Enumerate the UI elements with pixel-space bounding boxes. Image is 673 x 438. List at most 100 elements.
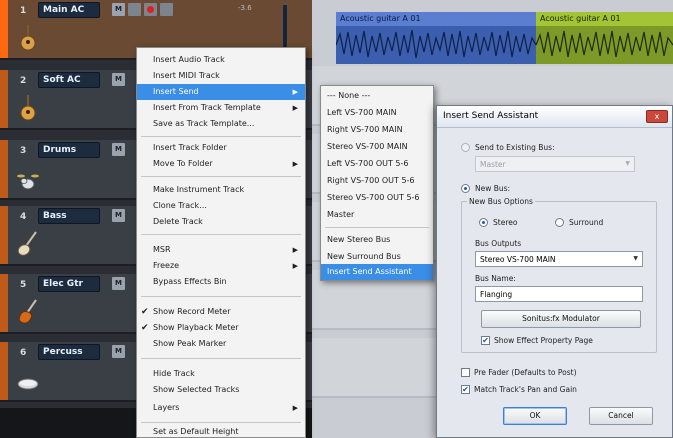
mute-button[interactable]: M: [112, 3, 125, 16]
menu-separator: [325, 227, 429, 228]
clip-title: Acoustic guitar A 01: [336, 12, 536, 26]
surround-label: Surround: [569, 218, 604, 227]
menu-item-make-instrument-track[interactable]: Make Instrument Track: [137, 182, 305, 198]
insert-send-assistant-dialog: Insert Send Assistant x Send to Existing…: [436, 105, 673, 438]
submenu-arrow-icon: ▶: [292, 404, 298, 412]
send-existing-radio[interactable]: [461, 143, 470, 152]
cancel-button[interactable]: Cancel: [589, 407, 653, 425]
submenu-item-master[interactable]: Master: [321, 207, 433, 223]
menu-item-save-as-track-template[interactable]: Save as Track Template...: [137, 116, 305, 132]
submenu-item-right-main[interactable]: Right VS-700 MAIN: [321, 122, 433, 138]
menu-item-show-playback-meter[interactable]: ✔ Show Playback Meter: [137, 320, 305, 336]
menu-item-insert-track-folder[interactable]: Insert Track Folder: [137, 140, 305, 156]
mute-button[interactable]: M: [112, 143, 125, 156]
track-color-strip: [0, 0, 8, 58]
close-button[interactable]: x: [646, 110, 668, 123]
track-name[interactable]: Drums: [38, 142, 100, 158]
submenu-arrow-icon: ▶: [292, 88, 298, 96]
menu-item-show-selected-tracks[interactable]: Show Selected Tracks: [137, 382, 305, 398]
submenu-item-stereo-main[interactable]: Stereo VS-700 MAIN: [321, 139, 433, 155]
pre-fader-checkbox[interactable]: [461, 368, 470, 377]
menu-item-delete-track[interactable]: Delete Track: [137, 214, 305, 230]
surround-radio[interactable]: [555, 218, 564, 227]
track-name[interactable]: Main AC: [38, 2, 100, 18]
audio-clip[interactable]: Acoustic guitar A 01: [536, 12, 673, 64]
mute-button[interactable]: M: [112, 277, 125, 290]
menu-item-insert-audio-track[interactable]: Insert Audio Track: [137, 52, 305, 68]
submenu-arrow-icon: ▶: [292, 104, 298, 112]
record-arm-button[interactable]: [144, 3, 157, 16]
submenu-item-left-main[interactable]: Left VS-700 MAIN: [321, 105, 433, 121]
new-bus-radio[interactable]: [461, 184, 470, 193]
menu-item-layers[interactable]: Layers ▶: [137, 400, 305, 416]
submenu-arrow-icon: ▶: [292, 160, 298, 168]
menu-item-insert-from-track-template[interactable]: Insert From Track Template ▶: [137, 100, 305, 116]
submenu-item-left-out56[interactable]: Left VS-700 OUT 5-6: [321, 156, 433, 172]
checkmark-icon: ✔: [141, 307, 149, 317]
tambourine-icon: [17, 378, 39, 390]
menu-item-freeze[interactable]: Freeze ▶: [137, 258, 305, 274]
mute-button[interactable]: M: [112, 73, 125, 86]
submenu-item-right-out56[interactable]: Right VS-700 OUT 5-6: [321, 173, 433, 189]
bus-outputs-select[interactable]: Stereo VS-700 MAIN ▼: [475, 251, 643, 267]
checkmark-icon: ✔: [141, 323, 149, 333]
mute-button[interactable]: M: [112, 209, 125, 222]
bus-name-label: Bus Name:: [475, 274, 516, 283]
submenu-arrow-icon: ▶: [292, 262, 298, 270]
track-color-strip: [0, 342, 8, 400]
track-volume-slider[interactable]: [282, 4, 288, 52]
match-pan-gain-checkbox[interactable]: ✔: [461, 385, 470, 394]
menu-item-insert-midi-track[interactable]: Insert MIDI Track: [137, 68, 305, 84]
dialog-titlebar[interactable]: Insert Send Assistant x: [437, 106, 672, 128]
track-name[interactable]: Elec Gtr: [38, 276, 100, 292]
menu-separator: [141, 422, 301, 423]
track-color-strip: [0, 140, 8, 198]
track-number: 4: [20, 212, 27, 222]
bus-name-input[interactable]: Flanging: [475, 286, 643, 302]
new-bus-label: New Bus:: [475, 184, 511, 193]
new-bus-options-label: New Bus Options: [467, 197, 535, 206]
bass-guitar-icon: [17, 231, 37, 256]
dialog-title: Insert Send Assistant: [443, 111, 539, 121]
submenu-item-new-surround-bus[interactable]: New Surround Bus: [321, 249, 433, 265]
menu-separator: [141, 176, 301, 177]
submenu-arrow-icon: ▶: [292, 246, 298, 254]
input-echo-button[interactable]: [160, 3, 173, 16]
stereo-radio[interactable]: [479, 218, 488, 227]
drum-kit-icon: [17, 174, 39, 190]
send-existing-label: Send to Existing Bus:: [475, 143, 555, 152]
menu-item-set-as-default-height[interactable]: Set as Default Height: [137, 424, 305, 438]
track-name[interactable]: Percuss: [38, 344, 100, 360]
menu-item-msr[interactable]: MSR ▶: [137, 242, 305, 258]
submenu-item-none[interactable]: --- None ---: [321, 88, 433, 104]
effect-select-button[interactable]: Sonitus:fx Modulator: [481, 310, 641, 328]
menu-item-hide-track[interactable]: Hide Track: [137, 366, 305, 382]
track-name[interactable]: Bass: [38, 208, 100, 224]
track-name[interactable]: Soft AC: [38, 72, 100, 88]
submenu-item-new-stereo-bus[interactable]: New Stereo Bus: [321, 232, 433, 248]
existing-bus-select[interactable]: Master ▼: [475, 156, 635, 172]
submenu-item-stereo-out56[interactable]: Stereo VS-700 OUT 5-6: [321, 190, 433, 206]
stereo-label: Stereo: [493, 218, 518, 227]
bus-outputs-label: Bus Outputs: [475, 239, 522, 248]
waveform: [536, 30, 673, 58]
audio-clip[interactable]: Acoustic guitar A 01: [336, 12, 536, 64]
menu-item-move-to-folder[interactable]: Move To Folder ▶: [137, 156, 305, 172]
ok-button[interactable]: OK: [503, 407, 567, 425]
menu-item-show-record-meter[interactable]: ✔ Show Record Meter: [137, 304, 305, 320]
show-effect-label: Show Effect Property Page: [494, 336, 593, 345]
menu-item-bypass-effects-bin[interactable]: Bypass Effects Bin: [137, 274, 305, 290]
electric-guitar-icon: [18, 299, 37, 324]
clip-title: Acoustic guitar A 01: [536, 12, 673, 26]
submenu-item-insert-send-assistant[interactable]: Insert Send Assistant: [321, 264, 433, 280]
menu-item-insert-send[interactable]: Insert Send ▶: [137, 84, 305, 100]
menu-item-show-peak-marker[interactable]: Show Peak Marker: [137, 336, 305, 352]
track-number: 6: [20, 348, 27, 358]
track-number: 1: [20, 6, 27, 16]
acoustic-guitar-icon: [20, 95, 36, 121]
mute-button[interactable]: M: [112, 345, 125, 358]
menu-item-clone-track[interactable]: Clone Track...: [137, 198, 305, 214]
menu-separator: [141, 234, 301, 235]
show-effect-checkbox[interactable]: ✔: [481, 336, 490, 345]
solo-button[interactable]: [128, 3, 141, 16]
